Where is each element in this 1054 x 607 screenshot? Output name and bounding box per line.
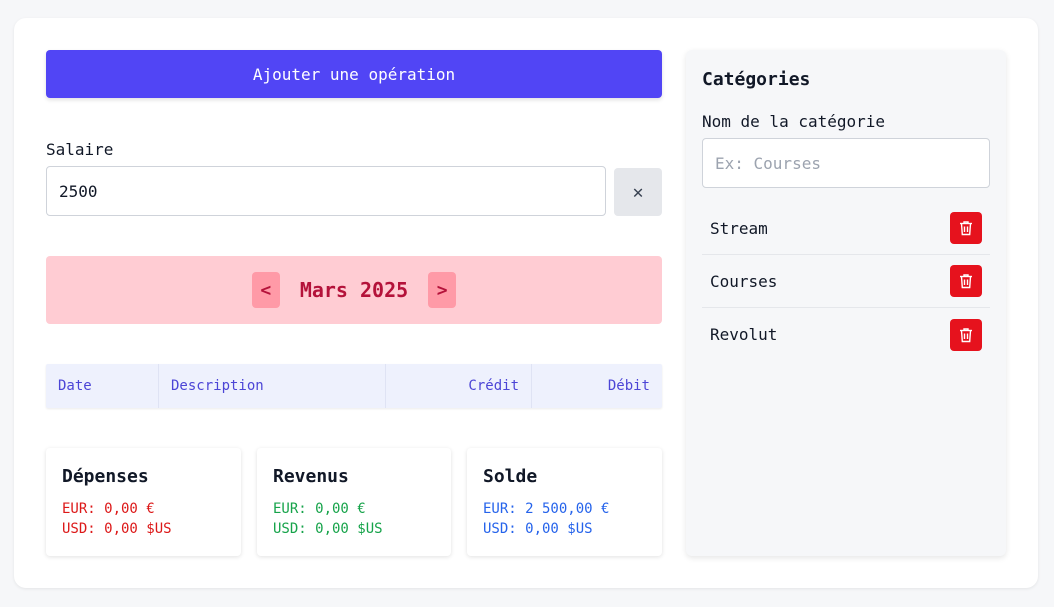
balance-summary-card: Solde EUR: 2 500,00 € USD: 0,00 $US [467, 448, 662, 556]
add-operation-button[interactable]: Ajouter une opération [46, 50, 662, 98]
salary-input[interactable]: 2500 [46, 166, 606, 216]
column-header-debit[interactable]: Débit [532, 364, 662, 408]
income-title: Revenus [273, 466, 349, 487]
categories-panel: Catégories Nom de la catégorie Ex: Cours… [686, 50, 1006, 556]
category-item: Courses [702, 255, 990, 308]
close-icon: ✕ [632, 181, 644, 203]
expenses-summary-card: Dépenses EUR: 0,00 € USD: 0,00 $US [46, 448, 241, 556]
category-list: Stream Courses Revolut [702, 202, 990, 361]
previous-month-button[interactable]: < [251, 272, 280, 308]
expenses-eur: EUR: 0,00 € [62, 501, 155, 517]
income-eur: EUR: 0,00 € [273, 501, 366, 517]
category-name-label: Nom de la catégorie [702, 112, 886, 131]
current-month-label: Mars 2025 [299, 278, 409, 302]
income-usd: USD: 0,00 $US [273, 521, 383, 537]
delete-category-button[interactable] [950, 318, 982, 351]
balance-title: Solde [483, 466, 538, 487]
category-label: Revolut [710, 325, 778, 344]
month-selector: < Mars 2025 > [46, 256, 662, 324]
category-name-input[interactable]: Ex: Courses [702, 138, 990, 188]
next-month-button[interactable]: > [428, 272, 457, 308]
category-item: Stream [702, 202, 990, 255]
expenses-title: Dépenses [62, 466, 149, 487]
category-label: Courses [710, 271, 778, 291]
trash-icon [960, 327, 972, 342]
column-header-credit[interactable]: Crédit [386, 364, 532, 408]
trash-icon [960, 274, 972, 289]
delete-category-button[interactable] [950, 212, 982, 244]
balance-eur: EUR: 2 500,00 € [483, 501, 610, 517]
delete-category-button[interactable] [950, 265, 982, 297]
category-label: Stream [710, 218, 768, 238]
expenses-usd: USD: 0,00 $US [62, 521, 172, 537]
income-summary-card: Revenus EUR: 0,00 € USD: 0,00 $US [257, 448, 451, 556]
salary-label: Salaire [46, 140, 114, 159]
column-header-description[interactable]: Description [159, 364, 386, 408]
category-item: Revolut [702, 308, 990, 361]
balance-usd: USD: 0,00 $US [483, 521, 593, 537]
categories-title: Catégories [702, 69, 811, 90]
clear-salary-button[interactable]: ✕ [614, 168, 662, 216]
operations-table-header: Date Description Crédit Débit [46, 364, 662, 408]
trash-icon [960, 221, 972, 236]
column-header-date[interactable]: Date [46, 364, 159, 408]
